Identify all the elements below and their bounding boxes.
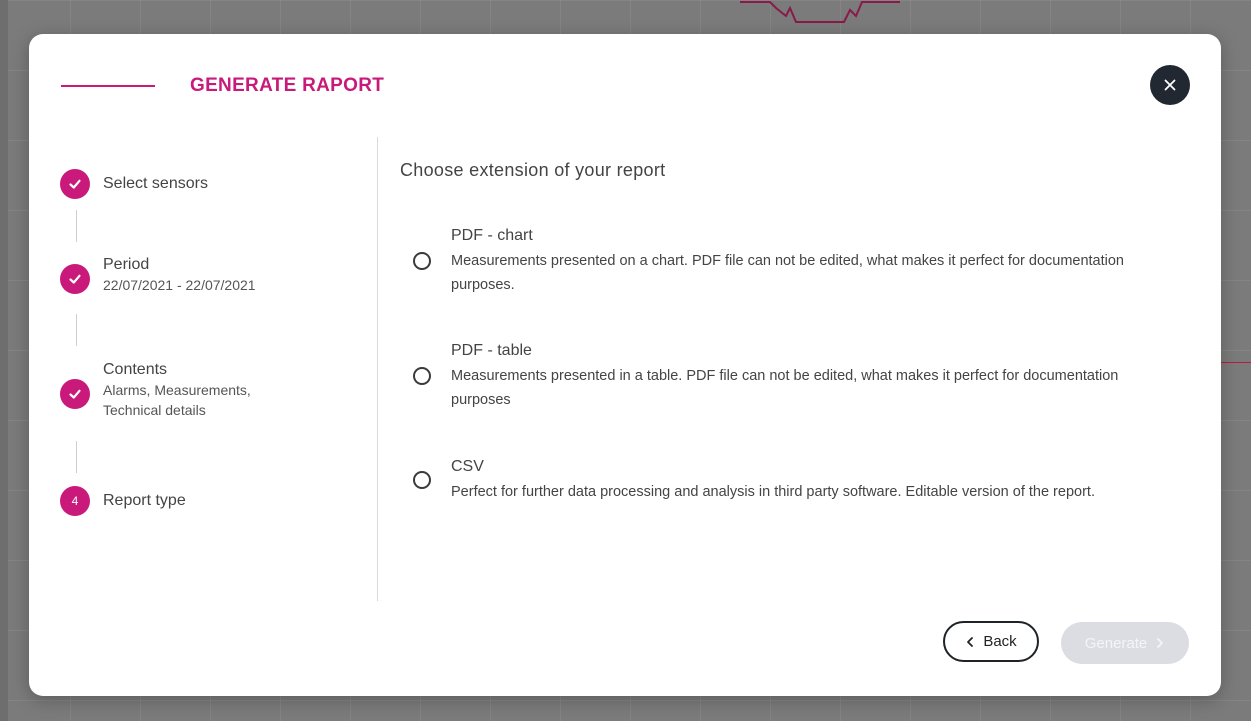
step-period-range: 22/07/2021 - 22/07/2021 xyxy=(103,277,256,293)
radio-pdf-table[interactable] xyxy=(413,367,431,385)
step-label: Select sensors xyxy=(103,175,208,192)
step-connector xyxy=(76,441,77,473)
step-label: Contents xyxy=(103,361,168,378)
check-icon xyxy=(69,179,81,189)
background-sidebar xyxy=(0,0,8,721)
check-icon xyxy=(69,389,81,399)
chevron-left-icon xyxy=(967,636,974,647)
back-button[interactable]: Back xyxy=(943,621,1039,662)
chevron-right-icon xyxy=(1157,638,1164,648)
section-heading: Choose extension of your report xyxy=(400,160,666,180)
option-title: PDF - table xyxy=(451,342,532,359)
step-contents: Contents Alarms, Measurements, Technical… xyxy=(60,361,251,420)
step-done-badge xyxy=(60,264,90,294)
step-period: Period 22/07/2021 - 22/07/2021 xyxy=(60,256,256,295)
background-threshold-line xyxy=(1221,362,1251,363)
step-connector xyxy=(76,314,77,346)
option-pdf-chart[interactable]: PDF - chart Measurements presented on a … xyxy=(413,225,1173,297)
panel-divider xyxy=(377,137,378,601)
radio-csv[interactable] xyxy=(413,471,431,489)
step-number-badge: 4 xyxy=(60,486,90,516)
generate-report-modal: GENERATE RAPORT Select sensors Period 22… xyxy=(29,34,1221,696)
option-description: Measurements presented on a chart. PDF f… xyxy=(451,253,1124,293)
generate-button[interactable]: Generate xyxy=(1061,622,1189,664)
radio-pdf-chart[interactable] xyxy=(413,252,431,270)
option-description: Measurements presented in a table. PDF f… xyxy=(451,368,1119,408)
step-label: Report type xyxy=(103,492,186,509)
background-chart-line xyxy=(740,0,900,23)
generate-button-label: Generate xyxy=(1084,634,1148,652)
modal-title: GENERATE RAPORT xyxy=(190,75,385,96)
modal-header: GENERATE RAPORT xyxy=(61,74,384,98)
close-icon xyxy=(1164,79,1176,91)
step-contents-line: Alarms, Measurements, xyxy=(103,382,251,398)
step-connector xyxy=(76,210,77,242)
step-done-badge xyxy=(60,169,90,199)
step-contents-line: Technical details xyxy=(103,402,206,418)
back-button-label: Back xyxy=(983,633,1017,650)
title-decoration-line xyxy=(61,85,155,87)
step-select-sensors: Select sensors xyxy=(60,169,208,199)
option-description: Perfect for further data processing and … xyxy=(451,484,1095,500)
option-title: PDF - chart xyxy=(451,227,533,244)
option-title: CSV xyxy=(451,458,484,475)
step-label: Period xyxy=(103,256,150,273)
step-done-badge xyxy=(60,379,90,409)
check-icon xyxy=(69,274,81,284)
option-csv[interactable]: CSV Perfect for further data processing … xyxy=(413,456,1173,504)
option-pdf-table[interactable]: PDF - table Measurements presented in a … xyxy=(413,340,1173,412)
close-button[interactable] xyxy=(1150,65,1190,105)
step-report-type: 4 Report type xyxy=(60,486,186,516)
